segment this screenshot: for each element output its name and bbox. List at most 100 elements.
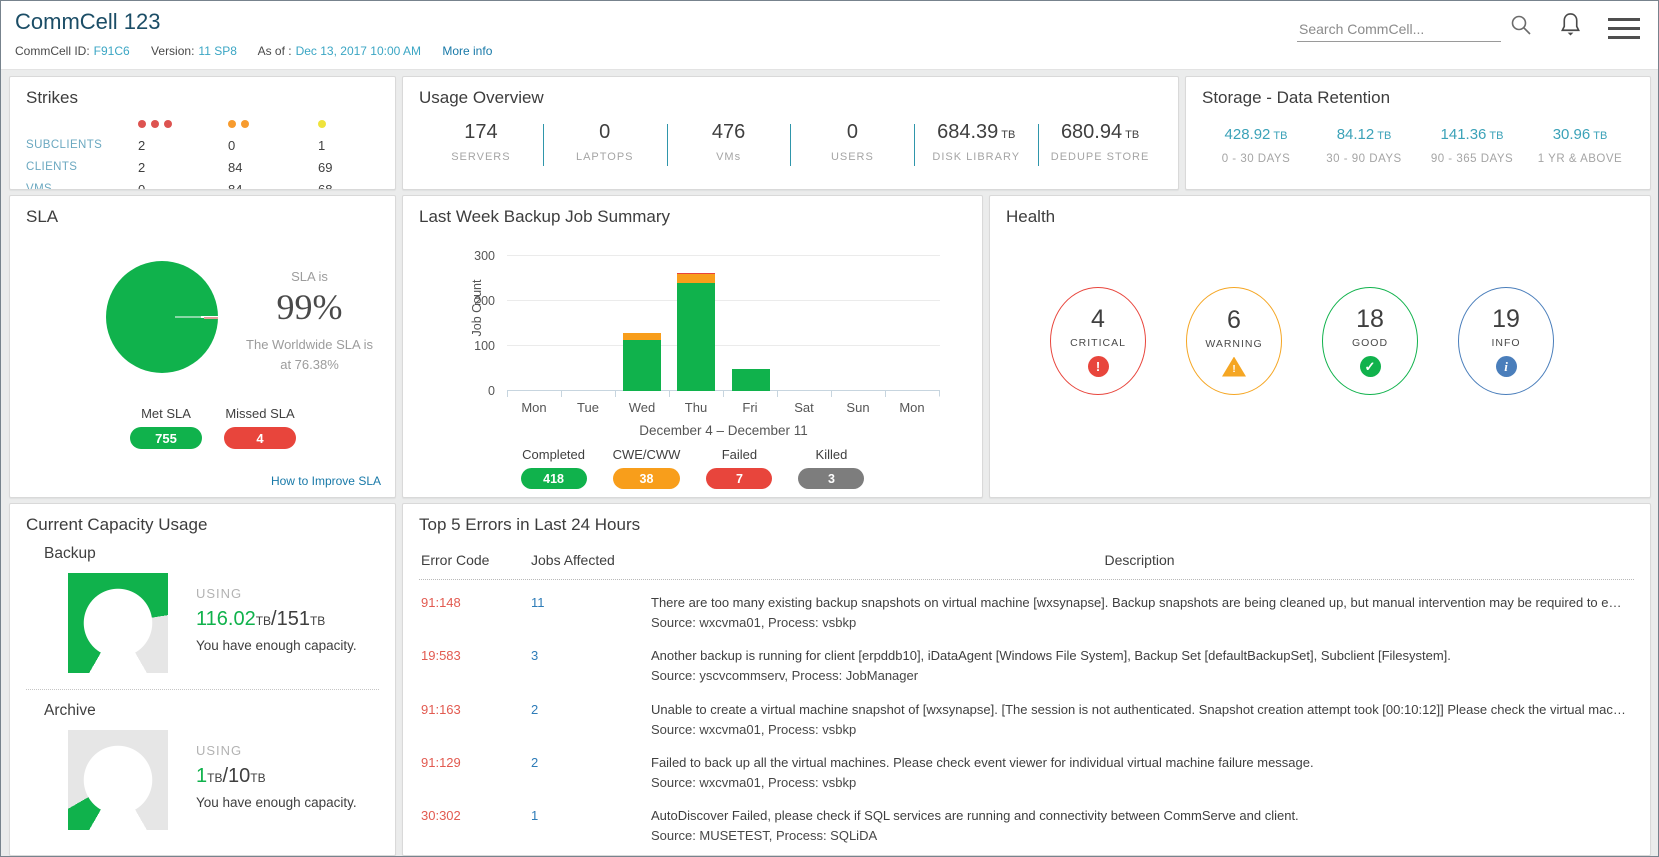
bar-segment-completed[interactable] (623, 340, 661, 391)
strikes-value[interactable]: 84 (228, 182, 318, 190)
error-code[interactable]: 30:302 (419, 806, 531, 846)
error-description-cell: There are too many existing backup snaps… (651, 593, 1634, 633)
stat-label: DISK LIBRARY (914, 151, 1038, 163)
legend-count-badge[interactable]: 38 (613, 468, 681, 489)
stat-servers: 174SERVERS (419, 121, 543, 163)
health-circle-critical[interactable]: 4CRITICAL! (1050, 287, 1146, 395)
sla-percent: 99% (240, 286, 379, 328)
error-row: 91:1292Failed to back up all the virtual… (419, 753, 1634, 793)
missed-sla-badge[interactable]: 4 (224, 427, 296, 449)
capacity-section-archive: ArchiveUSING1TB/10TBYou have enough capa… (26, 689, 379, 846)
legend-item-cwecww: CWE/CWW38 (613, 447, 681, 489)
strikes-value[interactable]: 2 (138, 160, 228, 175)
strikes-value[interactable]: 0 (228, 138, 318, 153)
stat-1-yr-above: 30.96TB1 YR & ABOVE (1526, 126, 1634, 165)
health-count: 18 (1356, 305, 1384, 334)
strikes-value[interactable]: 84 (228, 160, 318, 175)
error-code[interactable]: 91:148 (419, 593, 531, 633)
backup-job-chart: Job Count 0100200300 MonTueWedThuFriSatS… (507, 243, 940, 438)
stat-value: 30.96TB (1526, 126, 1634, 143)
capacity-panel: Current Capacity Usage BackupUSING116.02… (9, 503, 396, 856)
legend-count-badge[interactable]: 3 (798, 468, 864, 489)
bar-segment-cwecww[interactable] (623, 333, 661, 340)
error-description-cell: AutoDiscover Failed, please check if SQL… (651, 806, 1634, 846)
usage-overview-title: Usage Overview (419, 88, 1162, 108)
strikes-row-label[interactable]: SUBCLIENTS (26, 138, 138, 153)
used-value: 1 (196, 765, 207, 787)
jobs-affected[interactable]: 11 (531, 593, 651, 633)
met-sla-badge[interactable]: 755 (130, 427, 202, 449)
error-code[interactable]: 19:583 (419, 646, 531, 686)
bar-column-fri-4[interactable] (724, 369, 778, 391)
search-input[interactable] (1297, 17, 1501, 42)
commcell-id-label: CommCell ID: (15, 44, 90, 58)
capacity-message: You have enough capacity. (196, 795, 357, 810)
strikes-row-label[interactable]: CLIENTS (26, 160, 138, 175)
error-description: Unable to create a virtual machine snaps… (651, 700, 1628, 720)
strikes-value[interactable]: 69 (318, 160, 396, 175)
capacity-section-title: Archive (44, 702, 379, 720)
top-errors-title: Top 5 Errors in Last 24 Hours (419, 515, 1634, 535)
legend-count-badge[interactable]: 7 (706, 468, 772, 489)
x-axis-label: Tue (561, 391, 615, 415)
sla-legend: Met SLA 755 Missed SLA 4 (130, 406, 379, 449)
strikes-severity-header-red (138, 116, 228, 131)
more-info-link[interactable]: More info (442, 44, 492, 58)
health-count: 4 (1091, 305, 1105, 334)
strikes-value[interactable]: 68 (318, 182, 396, 190)
capacity-value: 1TB/10TB (196, 765, 357, 788)
legend-label: Failed (706, 447, 772, 462)
strikes-panel: Strikes SUBCLIENTS201CLIENTS28469VMS0846… (9, 76, 396, 190)
stat-value: 684.39TB (914, 121, 1038, 144)
bar-column-thu-3[interactable] (669, 273, 723, 391)
x-axis-title: December 4 – December 11 (507, 423, 940, 438)
error-description-cell: Failed to back up all the virtual machin… (651, 753, 1634, 793)
bar-segment-completed[interactable] (677, 283, 715, 391)
bar-column-wed-2[interactable] (615, 333, 669, 391)
strikes-row-label[interactable]: VMS (26, 182, 138, 190)
jobs-affected[interactable]: 2 (531, 700, 651, 740)
strikes-table: SUBCLIENTS201CLIENTS28469VMS08468 (26, 116, 379, 190)
strikes-value[interactable]: 1 (318, 138, 396, 153)
used-unit: TB (256, 614, 271, 628)
jobs-affected[interactable]: 2 (531, 753, 651, 793)
stat-90-365-days: 141.36TB90 - 365 DAYS (1418, 126, 1526, 165)
bar-segment-cwecww[interactable] (677, 274, 715, 283)
backup-job-summary-panel: Last Week Backup Job Summary Job Count 0… (402, 195, 983, 498)
how-to-improve-sla-link[interactable]: How to Improve SLA (271, 474, 381, 488)
error-description: There are too many existing backup snaps… (651, 593, 1628, 613)
health-circle-info[interactable]: 19INFOi (1458, 287, 1554, 395)
stat-vms: 476VMs (667, 121, 791, 163)
storage-stats: 428.92TB0 - 30 DAYS84.12TB30 - 90 DAYS14… (1202, 126, 1634, 165)
search-box[interactable] (1297, 13, 1533, 42)
bar-segment-completed[interactable] (732, 369, 770, 391)
hamburger-menu-icon[interactable] (1608, 15, 1640, 39)
error-code[interactable]: 91:129 (419, 753, 531, 793)
errors-table-body: 91:14811There are too many existing back… (419, 593, 1634, 846)
jobs-affected[interactable]: 1 (531, 806, 651, 846)
search-icon[interactable] (1509, 13, 1533, 42)
sla-pie-chart[interactable] (106, 261, 218, 373)
severity-dot-red (151, 120, 159, 128)
capacity-section-backup: BackupUSING116.02TB/151TBYou have enough… (26, 543, 379, 689)
error-code[interactable]: 91:163 (419, 700, 531, 740)
error-description: Failed to back up all the virtual machin… (651, 753, 1628, 773)
capacity-value: 116.02TB/151TB (196, 608, 357, 631)
y-tick-label: 0 (488, 384, 495, 398)
bell-icon[interactable] (1559, 11, 1582, 43)
legend-item-killed: Killed3 (798, 447, 864, 489)
health-circle-warning[interactable]: 6WARNING! (1186, 287, 1282, 395)
description-column-header: Description (651, 552, 1634, 568)
severity-dot-red (164, 120, 172, 128)
storage-retention-panel: Storage - Data Retention 428.92TB0 - 30 … (1185, 76, 1651, 190)
health-label: WARNING (1205, 338, 1262, 350)
health-circle-good[interactable]: 18GOOD✓ (1322, 287, 1418, 395)
error-source: Source: wxcvma01, Process: vsbkp (651, 720, 1628, 740)
using-label: USING (196, 586, 357, 601)
strikes-value[interactable]: 0 (138, 182, 228, 190)
jobs-affected[interactable]: 3 (531, 646, 651, 686)
usage-stats: 174SERVERS0LAPTOPS476VMs0USERS684.39TBDI… (419, 121, 1162, 163)
legend-count-badge[interactable]: 418 (521, 468, 587, 489)
strikes-value[interactable]: 2 (138, 138, 228, 153)
chart-bars (507, 243, 940, 391)
